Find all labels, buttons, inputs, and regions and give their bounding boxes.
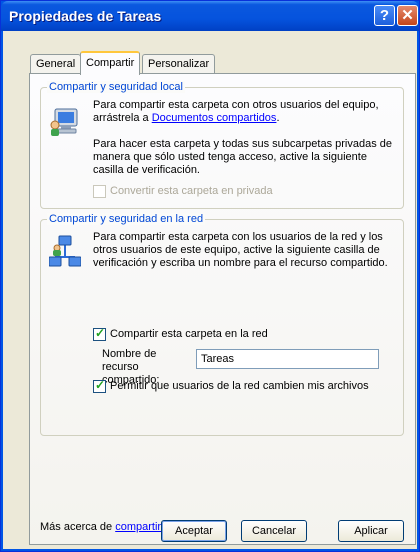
share-on-network-checkbox[interactable]: ✓ (93, 326, 106, 341)
make-private-label: Convertir esta carpeta en privada (110, 185, 273, 197)
network-share-icon (49, 235, 81, 267)
window-title: Propiedades de Tareas (9, 8, 162, 24)
check-icon: ✓ (95, 326, 106, 340)
local-sharing-text-1: Para compartir esta carpeta con otros us… (93, 99, 379, 124)
dialog-body: General Compartir Personalizar Compartir… (4, 31, 416, 549)
ok-button[interactable]: Aceptar (161, 520, 227, 542)
tab-panel-compartir: Compartir y seguridad local Para compart… (29, 73, 416, 545)
tab-personalizar[interactable]: Personalizar (142, 54, 216, 73)
network-sharing-group: Compartir y seguridad en la red Para com… (40, 213, 404, 436)
local-sharing-group-title: Compartir y seguridad local (47, 81, 185, 93)
local-sharing-group: Compartir y seguridad local Para compart… (40, 81, 404, 209)
help-button[interactable]: ? (374, 5, 395, 26)
cancel-button[interactable]: Cancelar (241, 520, 307, 542)
tab-compartir[interactable]: Compartir (80, 51, 141, 75)
title-bar[interactable]: Propiedades de Tareas ? ✕ (1, 1, 419, 31)
computer-user-icon (50, 108, 78, 136)
share-on-network-label: Compartir esta carpeta en la red (110, 328, 268, 340)
tab-general[interactable]: General (30, 54, 82, 73)
local-sharing-text-2: Para hacer esta carpeta y todas sus subc… (93, 138, 393, 176)
share-name-input[interactable]: Tareas (196, 349, 379, 369)
check-icon: ✓ (95, 378, 106, 392)
network-sharing-text: Para compartir esta carpeta con los usua… (93, 231, 388, 269)
allow-network-changes-checkbox[interactable]: ✓ (93, 378, 106, 393)
close-button[interactable]: ✕ (397, 5, 418, 26)
make-private-checkbox[interactable] (93, 185, 106, 198)
network-sharing-group-title: Compartir y seguridad en la red (47, 213, 206, 225)
properties-window: Propiedades de Tareas ? ✕ General Compar… (0, 0, 420, 552)
apply-button[interactable]: Aplicar (338, 520, 404, 542)
shared-documents-link[interactable]: Documentos compartidos (152, 112, 277, 124)
allow-network-changes-label: Permitir que usuarios de la red cambien … (110, 380, 369, 392)
